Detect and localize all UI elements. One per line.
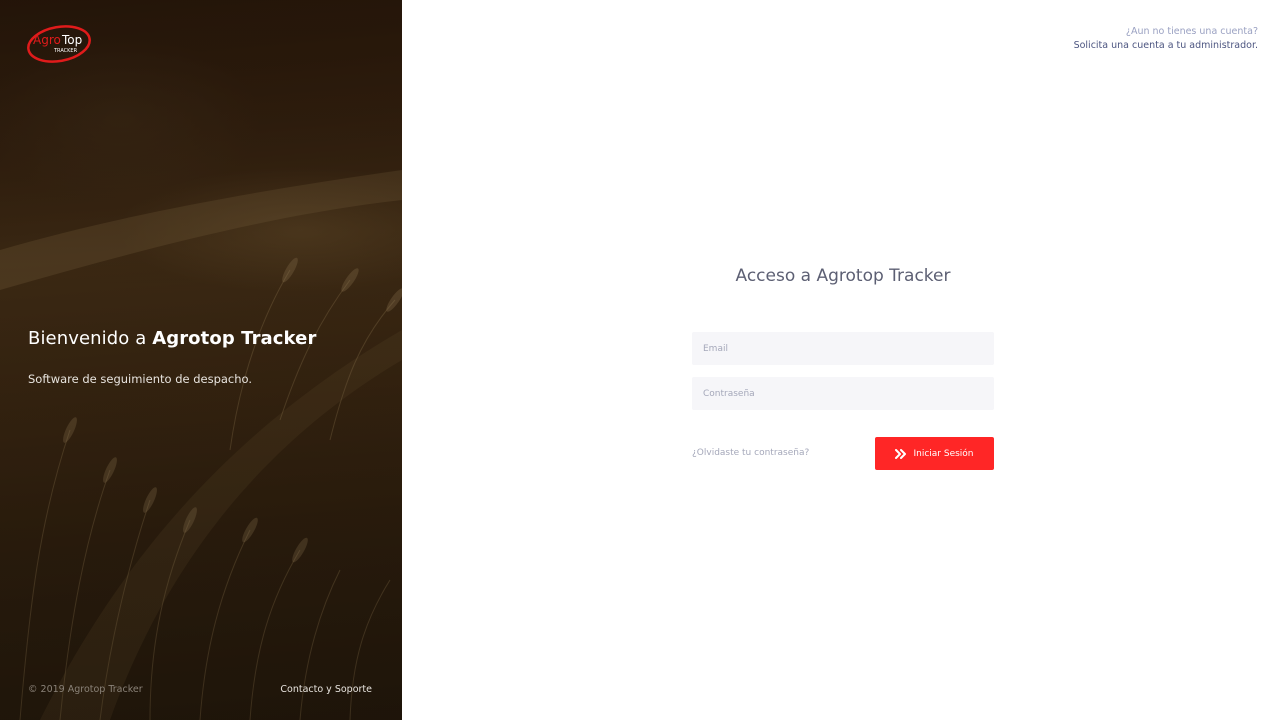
welcome-heading: Bienvenido a Agrotop Tracker: [28, 328, 316, 349]
signup-prompt: ¿Aun no tienes una cuenta? Solicita una …: [1074, 25, 1258, 53]
hero-overlay: [0, 0, 402, 720]
copyright-text: © 2019 Agrotop Tracker: [28, 684, 143, 695]
logo-agro-text: Agro: [33, 33, 61, 47]
welcome-prefix: Bienvenido a: [28, 328, 153, 349]
password-input[interactable]: [692, 377, 994, 410]
forgot-password-link[interactable]: ¿Olvidaste tu contraseña?: [692, 448, 809, 458]
welcome-subtitle: Software de seguimiento de despacho.: [28, 372, 253, 386]
welcome-brand: Agrotop Tracker: [152, 328, 317, 349]
signup-question: ¿Aun no tienes una cuenta?: [1125, 26, 1258, 37]
logo-tracker-text: TRACKER: [53, 48, 78, 54]
request-account-link[interactable]: Solicita una cuenta a tu administrador.: [1074, 39, 1258, 53]
double-chevron-right-icon: [895, 448, 907, 459]
login-button[interactable]: Iniciar Sesión: [875, 437, 994, 470]
agrotop-logo[interactable]: Agro Top TRACKER: [26, 24, 92, 64]
login-title: Acceso a Agrotop Tracker: [735, 266, 951, 286]
login-button-label: Iniciar Sesión: [913, 448, 974, 459]
logo-top-text: Top: [61, 33, 82, 47]
contact-support-link[interactable]: Contacto y Soporte: [280, 684, 372, 695]
hero-panel: Agro Top TRACKER Bienvenido a Agrotop Tr…: [0, 0, 402, 720]
email-input[interactable]: [692, 332, 994, 365]
